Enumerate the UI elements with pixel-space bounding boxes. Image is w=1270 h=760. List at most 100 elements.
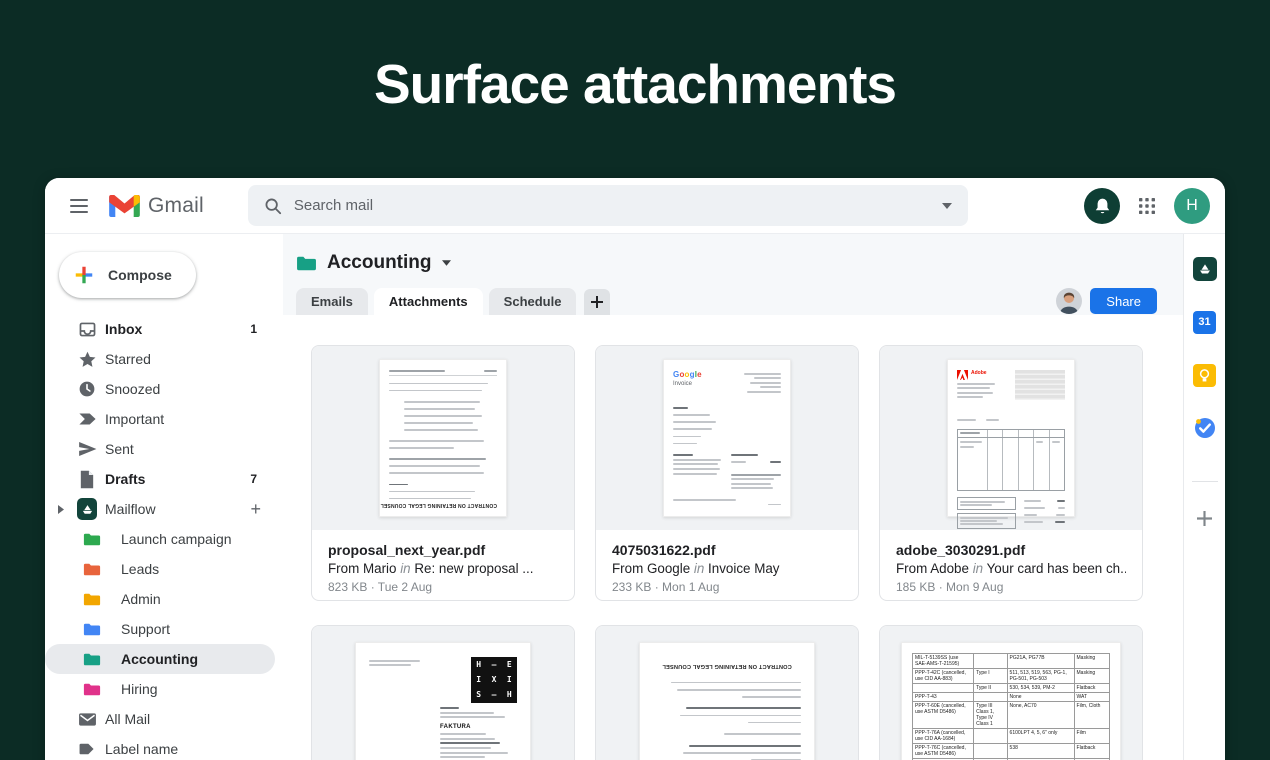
sidebar-label-leads[interactable]: Leads [45, 554, 283, 584]
header-actions: H [1084, 188, 1210, 224]
sidebar-item-inbox[interactable]: Inbox 1 [45, 314, 283, 344]
rail-keep-button[interactable] [1191, 361, 1219, 389]
gmail-m-icon [109, 194, 140, 217]
add-tab-button[interactable] [584, 289, 610, 315]
meish-logo: H—EIXIS—H [471, 657, 517, 703]
adobe-invoice-preview: Adobe [947, 359, 1075, 517]
faktura-document-preview: H—EIXIS—H FAKTURA [355, 642, 531, 760]
mailflow-boat-icon [1193, 257, 1217, 281]
search-options-caret-icon[interactable] [942, 203, 952, 209]
adobe-logo-icon [957, 370, 968, 380]
folder-icon [83, 562, 101, 577]
contract-document-preview: CONTRACT ON RETAINING LEGAL COUNSEL [379, 359, 507, 517]
compose-label: Compose [108, 267, 172, 283]
sidebar-label-hiring[interactable]: Hiring [45, 674, 283, 704]
attachment-card-contract-flipped[interactable]: CONTRACT ON RETAINING LEGAL COUNSEL [595, 625, 859, 760]
tab-bar: Emails Attachments Schedule Share [296, 288, 1157, 315]
share-button[interactable]: Share [1090, 288, 1157, 314]
attachment-thumbnail: CONTRACT ON RETAINING LEGAL COUNSEL [312, 346, 574, 530]
tasks-icon [1193, 416, 1217, 440]
attachment-from-line: From Mario in Re: new proposal ... [328, 561, 558, 576]
page-background: Surface attachments Gmail [0, 0, 1270, 760]
adobe-logo-label: Adobe [971, 370, 987, 376]
attachment-filename: proposal_next_year.pdf [328, 542, 558, 558]
sidebar-item-sent[interactable]: Sent [45, 434, 283, 464]
invoice-info-box [1015, 370, 1065, 400]
envelope-icon [77, 712, 97, 727]
flipped-contract-preview: CONTRACT ON RETAINING LEGAL COUNSEL [639, 642, 815, 760]
label-title-row[interactable]: Accounting [296, 252, 1157, 274]
label-tag-icon [77, 742, 97, 756]
plus-icon [591, 296, 603, 308]
gmail-logo: Gmail [109, 194, 204, 218]
apps-grid-icon [1139, 198, 1155, 214]
plus-icon [1197, 511, 1212, 526]
sidebar: Compose Inbox 1 Starred Snoozed I [45, 234, 283, 760]
attachment-card-spec-table[interactable]: MIL-T-5139SS (use SAE-AMS-T-21595)PG21A,… [879, 625, 1143, 760]
google-logo-text: Google [673, 370, 702, 379]
spec-table: MIL-T-5139SS (use SAE-AMS-T-21595)PG21A,… [912, 653, 1110, 760]
sidebar-item-label-name[interactable]: Label name [45, 734, 283, 760]
apps-grid-button[interactable] [1129, 188, 1165, 224]
contract-title-flipped: CONTRACT ON RETAINING LEGAL COUNSEL [653, 663, 801, 669]
notification-bell-button[interactable] [1084, 188, 1120, 224]
folder-icon [83, 532, 101, 547]
search-input[interactable] [294, 197, 930, 214]
search-icon [264, 197, 282, 215]
attachment-card-proposal[interactable]: CONTRACT ON RETAINING LEGAL COUNSEL prop… [311, 345, 575, 601]
search-bar[interactable] [248, 185, 968, 226]
add-sublabel-icon[interactable]: + [250, 500, 283, 518]
attachment-card-google-invoice[interactable]: Google Invoice [595, 345, 859, 601]
rail-divider [1192, 481, 1218, 482]
keep-icon [1193, 364, 1216, 387]
user-avatar[interactable]: H [1174, 188, 1210, 224]
attachments-grid: CONTRACT ON RETAINING LEGAL COUNSEL prop… [311, 345, 1143, 760]
compose-button[interactable]: Compose [59, 252, 196, 298]
sidebar-label-admin[interactable]: Admin [45, 584, 283, 614]
google-invoice-preview: Google Invoice [663, 359, 791, 517]
sidebar-label-launch-campaign[interactable]: Launch campaign [45, 524, 283, 554]
tab-schedule[interactable]: Schedule [489, 288, 577, 315]
attachment-meta: 823 KB · Tue 2 Aug [328, 580, 558, 594]
tab-emails[interactable]: Emails [296, 288, 368, 315]
rail-calendar-button[interactable]: 31 [1191, 308, 1219, 336]
spec-table-preview: MIL-T-5139SS (use SAE-AMS-T-21595)PG21A,… [901, 642, 1121, 760]
sidebar-item-mailflow[interactable]: Mailflow + [45, 494, 283, 524]
rail-add-button[interactable] [1191, 504, 1219, 532]
rail-mailflow-button[interactable] [1191, 255, 1219, 283]
attachment-thumbnail: CONTRACT ON RETAINING LEGAL COUNSEL [596, 626, 858, 760]
collaborator-avatar[interactable] [1056, 288, 1082, 314]
calendar-icon: 31 [1193, 311, 1216, 334]
attachment-card-adobe-invoice[interactable]: Adobe [879, 345, 1143, 601]
sidebar-label-support[interactable]: Support [45, 614, 283, 644]
expander-caret-icon[interactable] [58, 501, 64, 517]
attachment-filename: 4075031622.pdf [612, 542, 842, 558]
attachment-card-faktura[interactable]: H—EIXIS—H FAKTURA [311, 625, 575, 760]
hamburger-menu-button[interactable] [59, 186, 99, 226]
sidebar-item-important[interactable]: Important [45, 404, 283, 434]
accounting-folder-icon [296, 255, 317, 272]
attachment-thumbnail: Google Invoice [596, 346, 858, 530]
contract-title-flipped: CONTRACT ON RETAINING LEGAL COUNSEL [389, 502, 497, 508]
main-panel: Accounting Emails Attachments Schedule [283, 234, 1183, 760]
google-invoice-subtitle: Invoice [673, 381, 702, 387]
sidebar-item-all-mail[interactable]: All Mail [45, 704, 283, 734]
hamburger-icon [70, 199, 88, 213]
rail-tasks-button[interactable] [1191, 414, 1219, 442]
star-icon [77, 350, 97, 369]
user-avatar-initial: H [1186, 197, 1198, 215]
sidebar-item-drafts[interactable]: Drafts 7 [45, 464, 283, 494]
attachment-from-line: From Adobe in Your card has been ch... [896, 561, 1126, 576]
bell-icon [1094, 197, 1111, 215]
mailflow-boat-icon [77, 498, 97, 520]
attachment-thumbnail: Adobe [880, 346, 1142, 530]
tab-attachments[interactable]: Attachments [374, 288, 483, 315]
attachments-panel: CONTRACT ON RETAINING LEGAL COUNSEL prop… [283, 315, 1183, 760]
sidebar-label-accounting[interactable]: Accounting [45, 644, 275, 674]
inbox-count: 1 [250, 322, 283, 336]
sidebar-item-starred[interactable]: Starred [45, 344, 283, 374]
right-rail: 31 [1183, 234, 1225, 760]
label-menu-caret-icon[interactable] [442, 260, 451, 266]
attachment-meta: 233 KB · Mon 1 Aug [612, 580, 842, 594]
sidebar-item-snoozed[interactable]: Snoozed [45, 374, 283, 404]
